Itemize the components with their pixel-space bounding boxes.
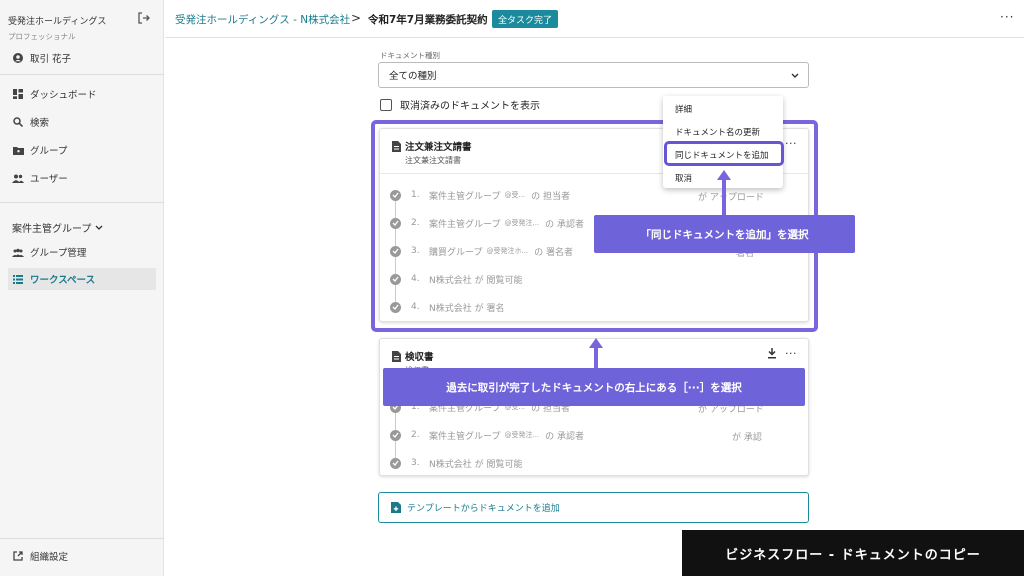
annotation-callout-card: 過去に取引が完了したドキュメントの右上にある［···］を選択 xyxy=(383,368,805,406)
card-title-text: 検収書 xyxy=(405,352,434,363)
sidebar-item-label: ダッシュボード xyxy=(30,90,97,101)
folder-icon xyxy=(12,144,24,156)
task-group-id: @受発注... xyxy=(504,431,540,439)
sidebar-item-label: ユーザー xyxy=(30,174,68,185)
sidebar-item-users[interactable]: ユーザー xyxy=(8,167,156,189)
more-options-icon[interactable]: ··· xyxy=(1000,10,1014,24)
chevron-down-icon xyxy=(791,73,799,78)
annotation-arrow-up xyxy=(717,170,731,216)
card-more-icon[interactable]: ··· xyxy=(785,347,797,360)
user-name: 取引 花子 xyxy=(30,54,72,65)
sidebar-divider xyxy=(0,202,164,203)
dashboard-icon xyxy=(12,88,24,100)
task-number: 3. xyxy=(411,458,420,468)
sidebar-item-group-management[interactable]: グループ管理 xyxy=(8,241,156,263)
show-cancelled-toggle[interactable]: 取消済みのドキュメントを表示 xyxy=(380,97,540,112)
add-document-icon xyxy=(391,502,401,513)
menu-item-rename[interactable]: ドキュメント名の更新 xyxy=(675,126,760,138)
task-row: 3. N株式会社 が 閲覧可能 xyxy=(390,455,522,471)
task-text: N株式会社 が 閲覧可能 xyxy=(429,459,523,470)
sidebar-item-search[interactable]: 検索 xyxy=(8,111,156,133)
card-title: 検収書 xyxy=(392,349,434,363)
sidebar-item-label: ワークスペース xyxy=(30,275,96,286)
logout-icon[interactable] xyxy=(137,11,151,25)
add-from-template-label: テンプレートからドキュメントを追加 xyxy=(407,504,560,514)
annotation-callout-menu: 「同じドキュメントを追加」を選択 xyxy=(594,215,855,253)
header-bar: 受発注ホールディングス - N株式会社 > 令和7年7月業務委託契約 全タスク完… xyxy=(165,0,1024,38)
task-action: が 承認 xyxy=(732,433,762,443)
sidebar-item-group[interactable]: グループ xyxy=(8,139,156,161)
checkbox-label: 取消済みのドキュメントを表示 xyxy=(400,101,540,112)
sidebar-item-label: 組織設定 xyxy=(30,552,69,563)
group-title-label: 案件主管グループ xyxy=(12,224,92,235)
task-number: 2. xyxy=(411,430,420,440)
sidebar-item-workspace[interactable]: ワークスペース xyxy=(8,268,156,290)
add-from-template-button[interactable]: テンプレートからドキュメントを追加 xyxy=(378,492,809,523)
sidebar-divider xyxy=(0,538,164,539)
group-title[interactable]: 案件主管グループ xyxy=(12,220,103,235)
annotation-highlight-menu-item xyxy=(664,141,784,166)
breadcrumb-separator: > xyxy=(351,11,362,25)
breadcrumb-link[interactable]: 受発注ホールディングス - N株式会社 xyxy=(175,12,350,27)
org-name: 受発注ホールディングス xyxy=(8,17,107,27)
sidebar-item-settings[interactable]: 組織設定 xyxy=(8,545,156,567)
check-icon xyxy=(390,429,401,441)
sidebar: 受発注ホールディングス プロフェッショナル 取引 花子 ダッシュボード 検索 グ… xyxy=(0,0,164,576)
sidebar-item-dashboard[interactable]: ダッシュボード xyxy=(8,83,156,105)
check-icon xyxy=(390,457,401,469)
checkbox[interactable] xyxy=(380,98,392,111)
download-icon[interactable] xyxy=(767,348,777,359)
sidebar-item-label: グループ管理 xyxy=(30,248,87,259)
sidebar-item-label: 検索 xyxy=(30,118,50,129)
sidebar-item-label: グループ xyxy=(30,146,68,157)
document-icon xyxy=(392,350,401,362)
annotation-arrow-up xyxy=(589,338,603,370)
users-icon xyxy=(12,172,24,184)
list-icon xyxy=(12,273,24,285)
select-value: 全ての種別 xyxy=(389,71,437,82)
task-text: 案件主管グループ xyxy=(429,431,501,442)
users-icon xyxy=(12,246,24,258)
menu-item-details[interactable]: 詳細 xyxy=(675,103,692,115)
chevron-down-icon xyxy=(95,225,103,230)
filter-label: ドキュメント種別 xyxy=(380,51,440,60)
plan-label: プロフェッショナル xyxy=(8,32,76,41)
page-title: 令和7年7月業務委託契約 xyxy=(368,14,488,26)
tutorial-title-bar: ビジネスフロー - ドキュメントのコピー xyxy=(682,530,1024,576)
user-icon xyxy=(12,52,24,64)
search-icon xyxy=(12,116,24,128)
document-type-select[interactable]: 全ての種別 xyxy=(378,62,809,88)
task-row: 2. 案件主管グループ @受発注... の 承認者 xyxy=(390,427,584,443)
external-settings-icon xyxy=(12,550,24,562)
user-menu[interactable]: 取引 花子 xyxy=(8,47,156,69)
sidebar-divider xyxy=(0,74,164,75)
menu-item-cancel[interactable]: 取消 xyxy=(675,172,692,184)
status-badge: 全タスク完了 xyxy=(492,10,559,28)
task-role: の 承認者 xyxy=(545,431,585,442)
